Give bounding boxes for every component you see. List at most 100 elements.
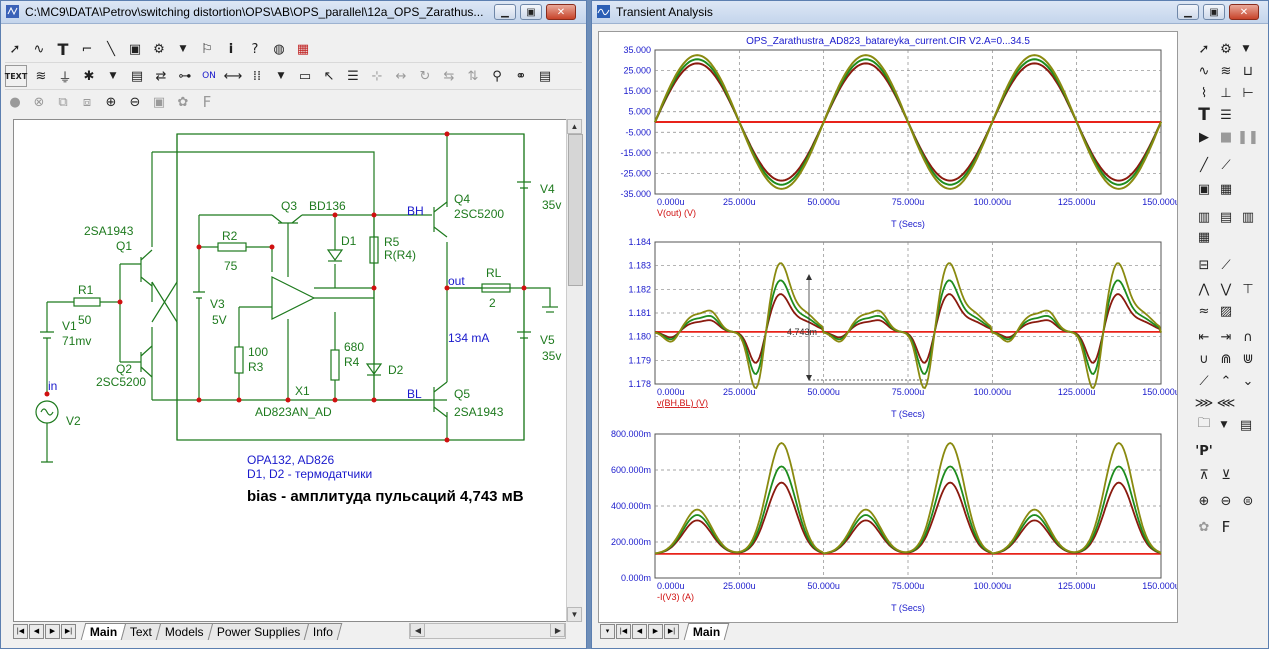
plot-area[interactable]: OPS_Zarathustra_AD823_batareyka_current.…: [598, 31, 1180, 623]
flag-icon[interactable]: ⚐: [197, 39, 217, 59]
line-icon[interactable]: ⟷: [223, 66, 243, 86]
cells-icon[interactable]: ▦: [1194, 227, 1214, 247]
frame-icon[interactable]: ▣: [1194, 179, 1214, 199]
next-tab-button[interactable]: ▶: [45, 623, 60, 639]
info-icon[interactable]: i: [221, 39, 241, 59]
diagonal-wire-icon[interactable]: ╲: [101, 39, 121, 59]
high-icon[interactable]: ⊤: [1238, 279, 1258, 299]
scroll-down-button[interactable]: ▼: [567, 607, 582, 622]
text-mode-icon[interactable]: TEXT: [5, 65, 27, 87]
tab-main[interactable]: Main: [683, 623, 730, 640]
cursor-icon[interactable]: ↖: [319, 66, 339, 86]
grid-icon[interactable]: ▦: [1216, 179, 1236, 199]
slope-icon[interactable]: ⟋: [1216, 255, 1236, 275]
find-icon[interactable]: ⚲: [487, 66, 507, 86]
first-tab-button[interactable]: |◀: [13, 623, 28, 639]
cursor-left-icon[interactable]: ⇤: [1194, 327, 1214, 347]
scale-icon[interactable]: ∿: [1194, 61, 1214, 81]
run-icon[interactable]: ▶: [1194, 127, 1214, 147]
palette-icon[interactable]: ✿: [1194, 517, 1214, 537]
point-line-icon[interactable]: ⟋: [1216, 155, 1236, 175]
prev-tab-button[interactable]: ◀: [632, 623, 647, 639]
presentation-icon[interactable]: ▤: [535, 66, 555, 86]
data-points-icon[interactable]: ⊔: [1238, 61, 1258, 81]
chevron-down-icon[interactable]: ▼: [271, 66, 291, 86]
table-icon[interactable]: ▥: [1238, 207, 1258, 227]
text-icon[interactable]: T: [1194, 105, 1214, 125]
palette-icon[interactable]: ✿: [173, 92, 193, 112]
globe-icon[interactable]: ◍: [269, 39, 289, 59]
schematic-vertical-scrollbar[interactable]: ▲ ▼: [566, 119, 583, 622]
select-component-icon[interactable]: ⚙: [149, 39, 169, 59]
zoom-fit-icon[interactable]: ⊜: [1238, 491, 1258, 511]
node-icon[interactable]: ✱: [79, 66, 99, 86]
rows-icon[interactable]: ▤: [1216, 207, 1236, 227]
cancel-icon[interactable]: ⊗: [29, 92, 49, 112]
chart-icon[interactable]: ▨: [1216, 301, 1236, 321]
maximize-button[interactable]: ▣: [520, 4, 542, 20]
zoom-out-icon[interactable]: ⊖: [1216, 491, 1236, 511]
wave-icon[interactable]: ≋: [1216, 61, 1236, 81]
stop-icon[interactable]: ●: [5, 92, 25, 112]
high-cursor-icon[interactable]: ⋒: [1216, 349, 1236, 369]
peak-cursor-icon[interactable]: ∩: [1238, 327, 1258, 347]
select-icon[interactable]: ⚙: [1216, 39, 1236, 59]
ortho-wire-icon[interactable]: ⌐: [77, 39, 97, 59]
columns-icon[interactable]: ▥: [1194, 207, 1214, 227]
p-key-icon[interactable]: 'P': [1194, 441, 1214, 461]
maximize-button[interactable]: ▣: [1203, 4, 1225, 20]
chevron-down-icon[interactable]: ▼: [173, 39, 193, 59]
scroll-up-button[interactable]: ▲: [567, 119, 582, 134]
scroll-thumb[interactable]: [568, 134, 583, 286]
wire-icon[interactable]: ∿: [29, 39, 49, 59]
scroll-left-button[interactable]: ◀: [410, 623, 426, 637]
menu-arrow-button[interactable]: ▾: [600, 623, 615, 639]
schematic-titlebar[interactable]: C:\MC9\DATA\Petrov\switching distortion\…: [1, 1, 586, 24]
properties-icon[interactable]: ☰: [343, 66, 363, 86]
move-icon[interactable]: ⊹: [367, 66, 387, 86]
show-pins-icon[interactable]: ⊶: [175, 66, 195, 86]
step-left-icon[interactable]: ⊼: [1194, 465, 1214, 485]
folder-icon[interactable]: 🗀: [1194, 415, 1214, 435]
zoom-in-icon[interactable]: ⊕: [101, 92, 121, 112]
next-tab-button[interactable]: ▶: [648, 623, 663, 639]
tab-info[interactable]: Info: [304, 623, 343, 640]
on-icon[interactable]: ON: [199, 66, 219, 86]
prev-simulation-icon[interactable]: ⋘: [1216, 393, 1236, 413]
peak-icon[interactable]: ⋀: [1194, 279, 1214, 299]
schematic-canvas[interactable]: 2SA1943 Q1 R1 50 V1 71mv Q2 2SC5200 in V2 Q3 BD136 R…: [13, 119, 568, 622]
split-icon[interactable]: ⊟: [1194, 255, 1214, 275]
tab-models[interactable]: Models: [156, 623, 214, 640]
close-button[interactable]: ✕: [546, 4, 576, 20]
prev-tab-button[interactable]: ◀: [29, 623, 44, 639]
flip-icon[interactable]: ⇆: [439, 66, 459, 86]
inflection-icon[interactable]: ⟋: [1194, 371, 1214, 391]
step-right-icon[interactable]: ⊻: [1216, 465, 1236, 485]
global-low-icon[interactable]: ⌄: [1238, 371, 1258, 391]
probe-icon[interactable]: ⏚: [55, 66, 75, 86]
pause-icon[interactable]: ❚❚: [1237, 127, 1259, 147]
line-icon[interactable]: ╱: [1194, 155, 1214, 175]
zoom-out-icon[interactable]: ⊖: [125, 92, 145, 112]
valley-icon[interactable]: ⋁: [1216, 279, 1236, 299]
wave-icon[interactable]: ≋: [31, 66, 51, 86]
scroll-right-button[interactable]: ▶: [550, 623, 566, 637]
frame-icon[interactable]: ▭: [295, 66, 315, 86]
global-high-icon[interactable]: ⌃: [1216, 371, 1236, 391]
tab-main[interactable]: Main: [80, 623, 127, 640]
dots-icon[interactable]: ⁞⁞: [247, 66, 267, 86]
minimize-button[interactable]: ▁: [494, 4, 516, 20]
font-icon[interactable]: F: [197, 92, 217, 112]
next-simulation-icon[interactable]: ⋙: [1194, 393, 1214, 413]
chevron-down-icon[interactable]: ▼: [1214, 415, 1234, 435]
font-icon[interactable]: F: [1216, 517, 1236, 537]
pin-connect-icon[interactable]: ⇄: [151, 66, 171, 86]
horizontal-tag-icon[interactable]: ⊥: [1216, 83, 1236, 103]
cursor-right-icon[interactable]: ⇥: [1216, 327, 1236, 347]
valley-cursor-icon[interactable]: ∪: [1194, 349, 1214, 369]
rotate-icon[interactable]: ↻: [415, 66, 435, 86]
last-tab-button[interactable]: ▶|: [61, 623, 76, 639]
help-icon[interactable]: ?: [245, 39, 265, 59]
close-button[interactable]: ✕: [1229, 4, 1259, 20]
mirror-icon[interactable]: ⇅: [463, 66, 483, 86]
